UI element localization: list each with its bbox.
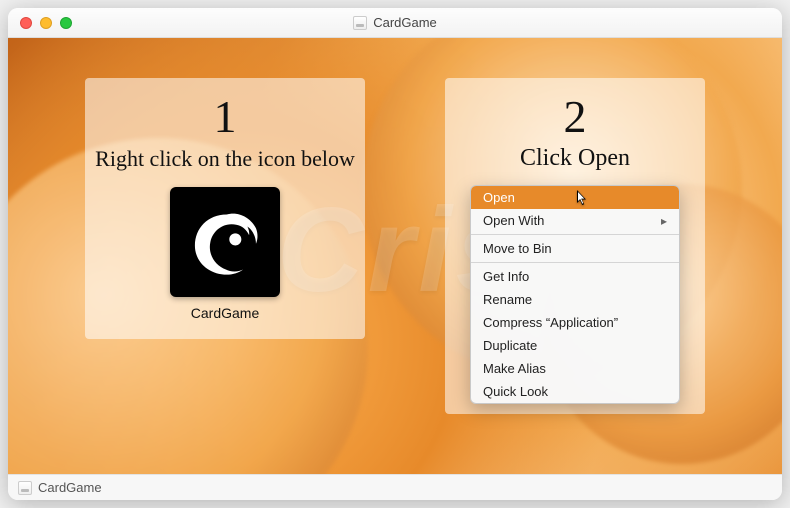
window-title-wrap: CardGame [8, 15, 782, 30]
context-menu-separator [471, 262, 679, 263]
context-menu-item-label: Rename [483, 292, 532, 307]
dragon-icon [182, 199, 268, 285]
step-number: 2 [455, 90, 695, 143]
minimize-window-button[interactable] [40, 17, 52, 29]
content-area: PCrisk 1 Right click on the icon below C… [8, 38, 782, 474]
context-menu-item-move-to-bin[interactable]: Move to Bin [471, 237, 679, 260]
app-label: CardGame [95, 305, 355, 321]
instruction-panels: 1 Right click on the icon below CardGame… [8, 38, 782, 474]
context-menu-item-label: Quick Look [483, 384, 548, 399]
context-menu: Open Open With ▸ Move to Bin [470, 185, 680, 404]
step-instruction: Click Open [455, 143, 695, 173]
disk-icon [353, 16, 367, 30]
context-menu-item-compress[interactable]: Compress “Application” [471, 311, 679, 334]
context-menu-item-make-alias[interactable]: Make Alias [471, 357, 679, 380]
context-menu-item-quick-look[interactable]: Quick Look [471, 380, 679, 403]
context-menu-item-label: Get Info [483, 269, 529, 284]
statusbar-text: CardGame [38, 480, 102, 495]
app-window: CardGame PCrisk 1 Right click on the ico… [8, 8, 782, 500]
step-instruction: Right click on the icon below [95, 145, 355, 173]
context-menu-item-rename[interactable]: Rename [471, 288, 679, 311]
context-menu-separator [471, 234, 679, 235]
context-menu-item-label: Compress “Application” [483, 315, 618, 330]
statusbar: CardGame [8, 474, 782, 500]
context-menu-item-open[interactable]: Open [471, 186, 679, 209]
disk-icon [18, 481, 32, 495]
context-menu-item-label: Open [483, 190, 515, 205]
window-title: CardGame [373, 15, 437, 30]
traffic-lights [8, 17, 72, 29]
context-menu-item-duplicate[interactable]: Duplicate [471, 334, 679, 357]
panel-step-2: 2 Click Open Open Open With ▸ [445, 78, 705, 414]
titlebar: CardGame [8, 8, 782, 38]
context-menu-item-open-with[interactable]: Open With ▸ [471, 209, 679, 232]
context-menu-item-get-info[interactable]: Get Info [471, 265, 679, 288]
panel-step-1: 1 Right click on the icon below CardGame [85, 78, 365, 339]
context-menu-item-label: Duplicate [483, 338, 537, 353]
chevron-right-icon: ▸ [661, 214, 667, 228]
app-icon[interactable] [170, 187, 280, 297]
cursor-icon [577, 190, 589, 206]
context-menu-item-label: Make Alias [483, 361, 546, 376]
step-number: 1 [95, 90, 355, 143]
context-menu-item-label: Open With [483, 213, 544, 228]
close-window-button[interactable] [20, 17, 32, 29]
context-menu-item-label: Move to Bin [483, 241, 552, 256]
zoom-window-button[interactable] [60, 17, 72, 29]
